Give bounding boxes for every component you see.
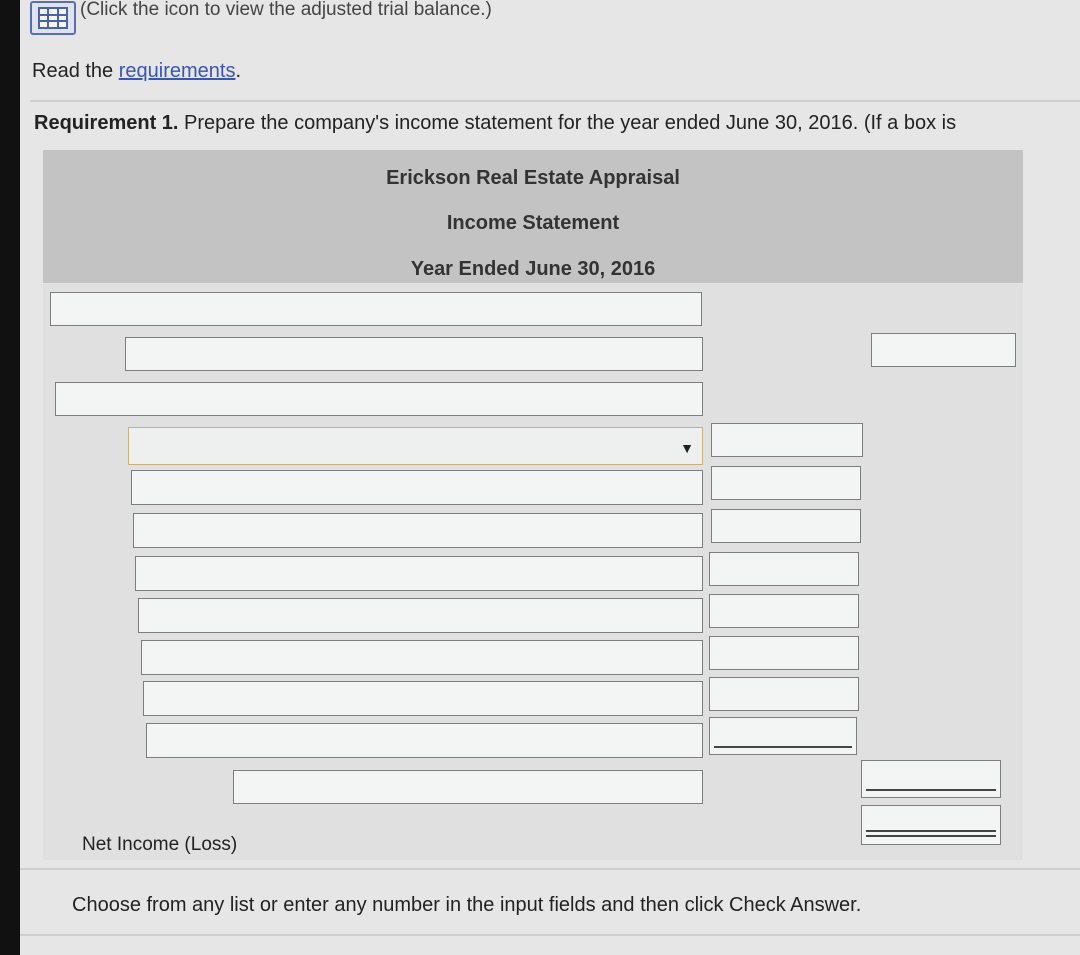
- requirement-1-text: Requirement 1. Prepare the company's inc…: [34, 112, 956, 135]
- instruction-text: Choose from any list or enter any number…: [72, 894, 862, 916]
- expenses-label-input[interactable]: [55, 382, 703, 416]
- footer-divider: [20, 868, 1080, 870]
- expense-amount-input-7[interactable]: [709, 677, 859, 711]
- requirements-link[interactable]: requirements: [119, 60, 236, 82]
- expense-account-input-8[interactable]: [146, 723, 703, 758]
- table-grid-icon[interactable]: [30, 1, 76, 35]
- expense-account-input-3[interactable]: [133, 513, 703, 548]
- expense-account-select[interactable]: ▼: [128, 427, 703, 465]
- expense-account-input-2[interactable]: [131, 470, 703, 505]
- expense-account-input-6[interactable]: [141, 640, 703, 675]
- expense-account-input-5[interactable]: [138, 598, 703, 633]
- expense-amount-input-1[interactable]: [711, 423, 863, 457]
- period-text: .: [235, 60, 242, 82]
- total-expenses-amount-input[interactable]: [861, 760, 1001, 798]
- read-requirements-line: Read the requirements.: [32, 60, 241, 83]
- revenue-amount-input[interactable]: [871, 333, 1016, 367]
- expense-amount-input-8[interactable]: [709, 717, 857, 755]
- net-income-amount-input[interactable]: [861, 805, 1001, 845]
- trial-balance-text: (Click the icon to view the adjusted tri…: [80, 0, 492, 20]
- read-text: Read the: [32, 60, 119, 82]
- statement-period: Year Ended June 30, 2016: [410, 258, 656, 280]
- chevron-down-icon: ▼: [680, 440, 694, 456]
- expense-amount-input-3[interactable]: [711, 509, 861, 543]
- total-expenses-label-input[interactable]: [233, 770, 703, 804]
- statement-title: Income Statement: [446, 212, 620, 234]
- expense-amount-input-5[interactable]: [709, 594, 859, 628]
- net-income-label: Net Income (Loss): [82, 834, 238, 855]
- expense-amount-input-6[interactable]: [709, 636, 859, 670]
- statement-header: Erickson Real Estate Appraisal Income St…: [43, 150, 1023, 283]
- divider: [30, 100, 1080, 102]
- expense-amount-input-2[interactable]: [711, 466, 861, 500]
- page: (Click the icon to view the adjusted tri…: [20, 0, 1080, 955]
- revenue-account-input[interactable]: [125, 337, 703, 371]
- expense-account-input-4[interactable]: [135, 556, 703, 591]
- trial-balance-note: (Click the icon to view the adjusted tri…: [30, 0, 492, 36]
- requirement-1-label: Requirement 1.: [34, 112, 179, 134]
- income-statement-form: Erickson Real Estate Appraisal Income St…: [43, 150, 1023, 860]
- revenue-label-input[interactable]: [50, 292, 702, 326]
- footer-divider-bottom: [20, 934, 1080, 936]
- company-name: Erickson Real Estate Appraisal: [386, 167, 680, 189]
- expense-amount-input-4[interactable]: [709, 552, 859, 586]
- expense-account-input-7[interactable]: [143, 681, 703, 716]
- requirement-1-body: Prepare the company's income statement f…: [178, 112, 957, 134]
